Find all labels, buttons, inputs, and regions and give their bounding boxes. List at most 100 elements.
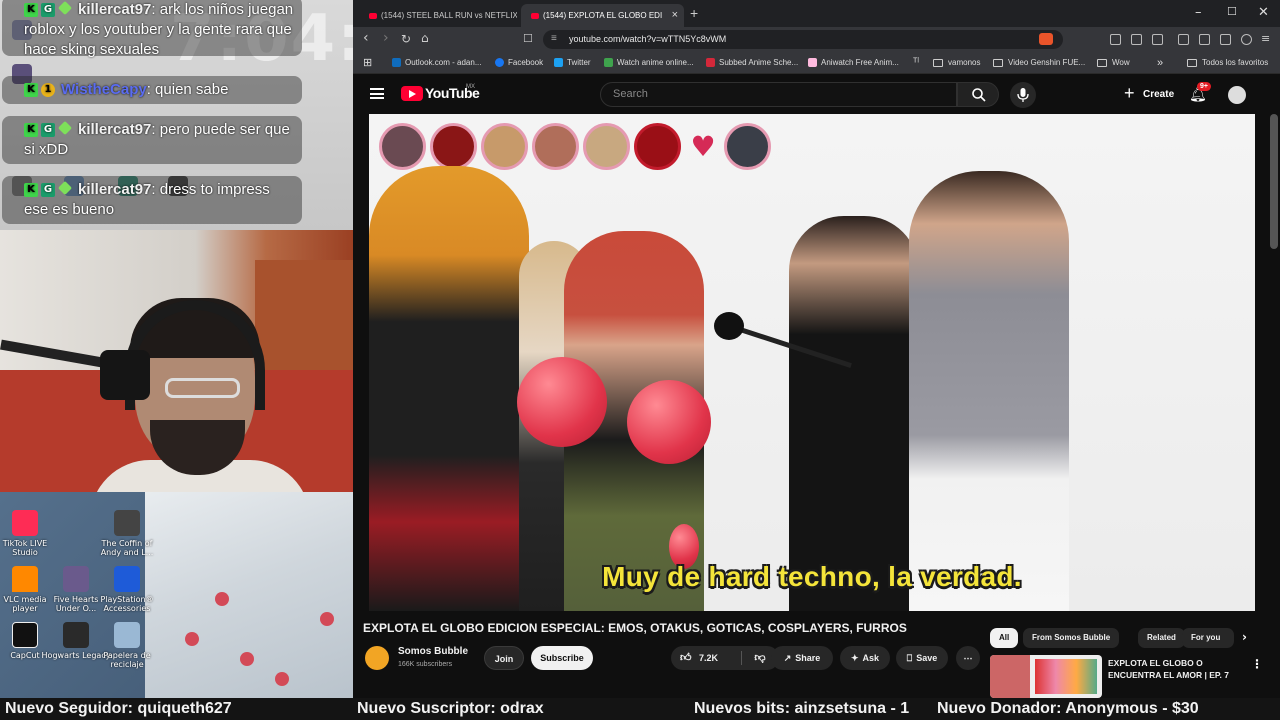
tab-explota-el-globo[interactable]: (1544) EXPLOTA EL GLOBO EDI × [521, 4, 684, 27]
contestant-avatar [379, 123, 426, 170]
channel-avatar[interactable] [365, 646, 389, 670]
chip-from-channel[interactable]: From Somos Bubble [1023, 628, 1120, 648]
more-bookmarks-icon[interactable]: » [1157, 52, 1163, 74]
extension-icon[interactable] [1152, 34, 1163, 45]
related-video-thumbnail[interactable] [990, 655, 1102, 698]
extension-icon[interactable] [1131, 34, 1142, 45]
youtube-icon [369, 12, 377, 19]
extension-icon[interactable] [1220, 34, 1231, 45]
related-video-title[interactable]: EXPLOTA EL GLOBO O ENCUENTRA EL AMOR | E… [1108, 657, 1253, 681]
bookmark-facebook[interactable]: Facebook [495, 52, 543, 74]
bookmark-subbed-anime[interactable]: Subbed Anime Sche... [706, 52, 798, 74]
facebook-icon [495, 58, 504, 68]
more-options-icon[interactable]: ⋮ [1251, 657, 1263, 671]
brave-shield-icon[interactable] [1039, 33, 1053, 45]
bookmark-outlook[interactable]: Outlook.com - adan... [392, 52, 481, 74]
ticker-donor: Nuevo Donador: Anonymous - $30 [937, 700, 1199, 717]
folder-icon [993, 58, 1003, 67]
chat-username: killercat97 [78, 121, 152, 138]
youtube-icon [531, 12, 539, 19]
youtube-header: YouTube MX Search Create 🔔︎ 9+ [353, 74, 1280, 114]
back-button[interactable]: ‹ [363, 30, 369, 46]
bookmark-icon[interactable]: ☐ [523, 32, 533, 45]
red-balloon [627, 380, 711, 464]
extension-icon[interactable] [1178, 34, 1189, 45]
create-button[interactable]: Create [1117, 81, 1177, 107]
chat-username: killercat97 [78, 1, 152, 18]
chevron-right-icon[interactable]: › [1242, 630, 1247, 644]
voice-search-button[interactable] [1010, 82, 1036, 108]
browser-toolbar: ‹ › ↻ ⌂ ☐ ≡ youtube.com/watch?v=wTTN5Yc8… [353, 27, 1280, 52]
screen: 7:04:18 KGkillercat97: ark los niños jue… [0, 0, 1280, 720]
stream-overlay: 7:04:18 KGkillercat97: ark los niños jue… [0, 0, 355, 698]
man-grey-blazer [909, 171, 1069, 611]
forward-button[interactable]: › [383, 30, 389, 46]
bookmark-folder-genshin[interactable]: Video Genshin FUE... [993, 52, 1085, 74]
tiktok-icon [12, 510, 38, 536]
close-window-button[interactable]: ✕ [1258, 5, 1269, 20]
like-dislike-group: 👍︎ 7.2K 👎︎ [671, 646, 779, 670]
bookmark-aniwatch[interactable]: Aniwatch Free Anim... [808, 52, 899, 74]
extension-icon[interactable] [1110, 34, 1121, 45]
chat-text: : quien sabe [146, 81, 229, 98]
profile-icon[interactable] [1241, 34, 1252, 45]
desktop-icon[interactable]: Papelera de reciclaje [92, 622, 162, 669]
chat-message: K 1 WistheCapy: quien sabe [2, 76, 302, 104]
share-icon: ↗ [783, 653, 792, 663]
apps-icon[interactable]: ⊞ [363, 52, 372, 74]
bookmark-watch-anime[interactable]: Watch anime online... [604, 52, 694, 74]
home-button[interactable]: ⌂ [421, 31, 429, 45]
extension-icon[interactable] [1199, 34, 1210, 45]
desktop-icon[interactable]: The Coffin of Andy and L... [92, 510, 162, 557]
search-button[interactable] [957, 82, 999, 107]
wallpaper [145, 492, 355, 698]
ticker-subscriber: Nuevo Suscriptor: odrax [357, 700, 544, 717]
chip-for-you[interactable]: For you [1182, 628, 1234, 648]
join-button[interactable]: Join [484, 646, 524, 670]
close-tab-icon[interactable]: × [672, 4, 678, 27]
site-info-icon[interactable]: ≡ [551, 33, 557, 44]
twitter-icon [554, 58, 563, 68]
search-input[interactable]: Search [600, 82, 957, 107]
chat-message: K Gkillercat97: pero puede ser que si xDD [2, 116, 302, 164]
video-subtitle: Muy de hard techno, la verdad. [602, 561, 1022, 592]
game-icon [114, 510, 140, 536]
desktop-icon[interactable]: PlayStation® Accessories [92, 566, 162, 613]
bookmark-icon[interactable]: ᵀˡ [913, 52, 919, 74]
maximize-button[interactable]: ☐ [1227, 5, 1237, 18]
new-tab-button[interactable]: + [690, 5, 698, 21]
chip-all[interactable]: All [990, 628, 1019, 648]
chat-message: K Gkillercat97: ark los niños juegan robl… [2, 0, 302, 58]
ask-button[interactable]: ✦ Ask [840, 646, 890, 670]
desktop-icon[interactable]: TikTok LIVE Studio [0, 510, 60, 557]
share-button[interactable]: ↗ Share [771, 646, 833, 670]
tab-steel-ball-run[interactable]: (1544) STEEL BALL RUN vs NETFLIX ¿ [359, 4, 517, 27]
windows-desktop: TikTok LIVE Studio The Coffin of Andy an… [0, 492, 355, 698]
bookmark-folder-vamonos[interactable]: vamonos [933, 52, 980, 74]
page-scrollbar[interactable] [1270, 114, 1278, 249]
video-player[interactable]: ♥ Muy de hard techno, la verdad. [369, 114, 1255, 611]
sparkle-icon: ✦ [850, 653, 859, 663]
account-avatar[interactable] [1228, 86, 1246, 104]
channel-name[interactable]: Somos Bubble [398, 646, 468, 657]
contestant-avatar [583, 123, 630, 170]
playstation-icon [114, 566, 140, 592]
chip-related[interactable]: Related [1138, 628, 1185, 648]
like-button[interactable]: 👍︎ 7.2K [671, 646, 741, 670]
contestant-avatar [724, 123, 771, 170]
bookmark-twitter[interactable]: Twitter [554, 52, 591, 74]
browser-window: (1544) STEEL BALL RUN vs NETFLIX ¿ (1544… [353, 0, 1280, 698]
menu-icon[interactable]: ≡ [1261, 32, 1270, 45]
more-actions-button[interactable]: ⋯ [956, 646, 980, 670]
menu-icon[interactable] [370, 88, 384, 99]
reload-button[interactable]: ↻ [401, 32, 411, 46]
bookmark-folder-wow[interactable]: Wow [1097, 52, 1130, 74]
minimize-button[interactable]: – [1195, 5, 1202, 20]
youtube-logo-icon[interactable] [401, 86, 423, 101]
save-button[interactable]: ⎕ Save [896, 646, 948, 670]
address-bar[interactable]: ≡ youtube.com/watch?v=wTTN5Yc8vWM [543, 30, 1063, 49]
notification-count-badge: 9+ [1197, 82, 1211, 91]
red-balloon [517, 357, 607, 447]
all-bookmarks-folder[interactable]: Todos los favoritos [1187, 52, 1268, 74]
subscribe-button[interactable]: Subscribe [531, 646, 593, 670]
